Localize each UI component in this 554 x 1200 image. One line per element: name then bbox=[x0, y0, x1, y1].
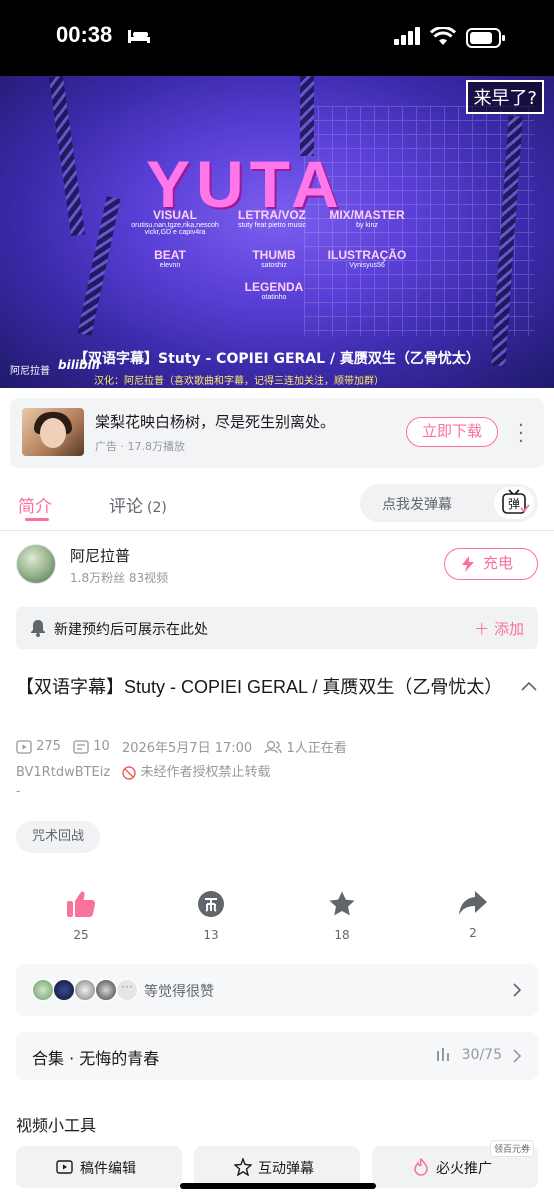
ad-card[interactable]: 棠梨花映白杨树，尽是死生别离处。 广告 · 17.8万播放 立即下载 · · · bbox=[10, 398, 544, 468]
video-tag[interactable]: 咒术回战 bbox=[16, 821, 101, 853]
video-decoration bbox=[48, 76, 86, 237]
active-tab-indicator bbox=[25, 518, 49, 521]
share-button[interactable]: 2 bbox=[443, 890, 503, 940]
ad-download-button[interactable]: 立即下载 bbox=[406, 417, 498, 447]
collection-progress: 30/75 bbox=[461, 1047, 502, 1063]
coupon-badge: 领百元券 bbox=[490, 1140, 535, 1157]
credit-letra-voz: LETRA/VOZ stuty feat pietro music bbox=[237, 208, 307, 229]
charge-button[interactable]: 充电 bbox=[444, 548, 538, 580]
coin-icon bbox=[198, 891, 224, 917]
reservation-banner[interactable]: 新建预约后可展示在此处 ＋ 添加 bbox=[16, 607, 538, 649]
like-button[interactable]: 25 bbox=[51, 890, 111, 942]
credit-ilustracao: ILUSTRAÇÃO Vynisyus56 bbox=[327, 248, 407, 269]
chevron-up-icon[interactable] bbox=[520, 680, 538, 692]
corner-badge: 来早了? bbox=[466, 80, 544, 114]
danmaku-input[interactable]: 点我发弹幕 弹 bbox=[360, 484, 538, 522]
collection-card[interactable]: 合集 · 无悔的青春 30/75 bbox=[16, 1032, 538, 1080]
avatar bbox=[53, 979, 75, 1001]
flame-icon bbox=[414, 1158, 428, 1176]
no-repost-icon bbox=[122, 765, 137, 780]
bell-icon bbox=[31, 620, 45, 637]
status-time: 00:38 bbox=[56, 22, 113, 47]
status-bar: 00:38 bbox=[0, 0, 554, 76]
cellular-signal-icon bbox=[394, 27, 420, 45]
star-icon bbox=[329, 891, 355, 916]
svg-text:弹: 弹 bbox=[508, 497, 520, 511]
ad-thumbnail bbox=[22, 408, 84, 456]
liked-by-bar[interactable]: ··· 等觉得很赞 bbox=[16, 964, 538, 1016]
channel-watermark: 阿尼拉普 bbox=[10, 366, 50, 377]
chevron-right-icon bbox=[513, 1049, 522, 1063]
detail-tabs: 简介 评论 (2) 点我发弹幕 弹 bbox=[0, 476, 554, 531]
tab-intro[interactable]: 简介 bbox=[18, 492, 52, 517]
no-repost-text: 未经作者授权禁止转载 bbox=[140, 765, 271, 780]
chevron-right-icon bbox=[513, 983, 522, 997]
like-count: 25 bbox=[73, 928, 89, 942]
coin-button[interactable]: 13 bbox=[181, 890, 241, 942]
share-count: 2 bbox=[469, 926, 477, 940]
episode-list-icon bbox=[437, 1048, 449, 1061]
video-meta: 275 10 2026年5月7日 17:00 1人正在看 bbox=[16, 737, 347, 756]
share-icon bbox=[459, 891, 487, 915]
video-id-row: BV1RtdwBTEiz 未经作者授权禁止转载 bbox=[16, 761, 271, 780]
battery-icon bbox=[466, 28, 505, 48]
video-translator-note: 汉化：阿尼拉普（喜欢歌曲和字幕，记得三连加关注，顺带加群） bbox=[94, 376, 384, 387]
tools-section-title: 视频小工具 bbox=[16, 1116, 97, 1135]
video-edit-icon bbox=[56, 1160, 73, 1174]
avatar bbox=[32, 979, 54, 1001]
uploader-name[interactable]: 阿尼拉普 bbox=[70, 545, 130, 566]
reservation-text: 新建预约后可展示在此处 bbox=[54, 622, 208, 638]
home-indicator[interactable] bbox=[180, 1183, 376, 1189]
credit-beat: BEAT elevnn bbox=[154, 248, 186, 269]
video-player[interactable]: 来早了? YUTA VISUAL orutisu.nan,tgze,rika,ne… bbox=[0, 76, 554, 388]
danmaku-count-icon bbox=[73, 739, 89, 754]
avatar bbox=[95, 979, 117, 1001]
ad-text: 棠梨花映白杨树，尽是死生别离处。 bbox=[95, 413, 336, 431]
tab-comments[interactable]: 评论 (2) bbox=[109, 492, 167, 517]
video-decoration bbox=[300, 76, 314, 156]
more-avatars-icon: ··· bbox=[116, 979, 138, 1001]
wifi-icon bbox=[430, 27, 456, 45]
danmaku-toggle-button[interactable]: 弹 bbox=[494, 487, 534, 519]
video-title: 【双语字幕】Stuty - COPIEI GERAL / 真赝双生（乙骨忧太） bbox=[16, 677, 503, 697]
viewers-icon bbox=[264, 740, 282, 753]
liked-by-text: 等觉得很赞 bbox=[144, 984, 214, 1000]
thumbs-up-icon bbox=[67, 891, 96, 917]
danmaku-count: 10 bbox=[93, 739, 110, 754]
video-decoration bbox=[77, 196, 121, 336]
edit-submission-button[interactable]: 稿件编辑 bbox=[16, 1146, 182, 1188]
interactive-danmaku-button[interactable]: 互动弹幕 bbox=[194, 1146, 360, 1188]
publish-datetime: 2026年5月7日 17:00 bbox=[121, 741, 253, 756]
credit-legenda: LEGENDA otatinho bbox=[244, 280, 304, 301]
sleep-focus-icon bbox=[128, 30, 150, 43]
play-count: 275 bbox=[36, 739, 61, 754]
ad-meta: 广告 · 17.8万播放 bbox=[95, 440, 185, 453]
sparkle-star-icon bbox=[234, 1158, 252, 1176]
play-count-icon bbox=[16, 739, 32, 754]
credit-visual: VISUAL orutisu.nan,tgze,rika,nescoh vickr… bbox=[131, 208, 219, 236]
avatar bbox=[74, 979, 96, 1001]
danmaku-placeholder: 点我发弹幕 bbox=[382, 497, 452, 513]
credit-mix-master: MIX/MASTER by kinz bbox=[329, 208, 405, 229]
lightning-icon bbox=[462, 556, 474, 572]
coin-count: 13 bbox=[203, 928, 219, 942]
more-options-icon[interactable]: · · · bbox=[518, 417, 524, 451]
danmaku-tv-icon: 弹 bbox=[502, 489, 530, 514]
favorite-button[interactable]: 18 bbox=[312, 890, 372, 942]
collection-name: 合集 · 无悔的青春 bbox=[32, 1049, 160, 1068]
video-description: - bbox=[16, 784, 21, 798]
uploader-avatar[interactable] bbox=[16, 544, 56, 584]
credit-thumb: THUMB satoshiz bbox=[252, 248, 296, 269]
bvid: BV1RtdwBTEiz bbox=[16, 765, 111, 780]
bilibili-logo: bilibili bbox=[58, 358, 100, 372]
add-reservation-button[interactable]: ＋ 添加 bbox=[474, 618, 524, 639]
favorite-count: 18 bbox=[334, 928, 350, 942]
uploader-stats: 1.8万粉丝 83视频 bbox=[70, 571, 169, 585]
watching-now: 1人正在看 bbox=[286, 741, 347, 756]
